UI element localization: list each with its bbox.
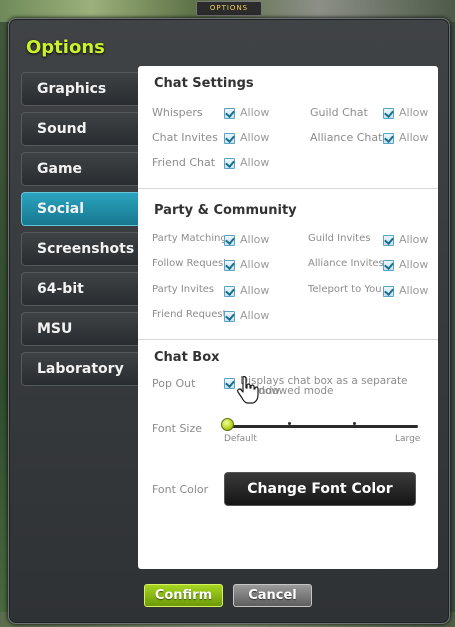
- party-invites-allow: Allow: [240, 284, 270, 297]
- guild-chat-checkbox[interactable]: [383, 108, 394, 119]
- guild-invites-label: Guild Invites: [308, 233, 371, 244]
- guild-invites-checkbox[interactable]: [383, 235, 394, 246]
- friend-requests-checkbox[interactable]: [224, 311, 235, 322]
- party-matching-checkbox[interactable]: [224, 235, 235, 246]
- social-settings-panel: Chat Settings Whispers Allow Guild Chat …: [138, 66, 438, 569]
- font-size-max-label: Large: [395, 434, 421, 444]
- chat-invites-checkbox[interactable]: [224, 133, 235, 144]
- tab-label: Screenshots: [37, 241, 135, 257]
- tab-label: Laboratory: [37, 361, 124, 377]
- pop-out-label: Pop Out: [152, 377, 196, 390]
- teleport-to-you-allow: Allow: [399, 284, 429, 297]
- teleport-to-you-checkbox[interactable]: [383, 286, 394, 297]
- alliance-chat-checkbox[interactable]: [383, 133, 394, 144]
- font-color-label: Font Color: [152, 483, 209, 496]
- chat-invites-label: Chat Invites: [152, 131, 218, 144]
- tab-64-bit[interactable]: 64-bit: [21, 272, 149, 306]
- tab-label: Sound: [37, 121, 87, 137]
- options-overlay-tag: OPTIONS: [196, 1, 262, 16]
- party-matching-label: Party Matching: [152, 233, 227, 244]
- window-title: Options: [26, 37, 105, 58]
- alliance-invites-checkbox[interactable]: [383, 260, 394, 271]
- font-size-min-label: Default: [224, 434, 257, 444]
- font-size-slider-track[interactable]: [226, 425, 418, 428]
- party-matching-allow: Allow: [240, 233, 270, 246]
- chat-settings-title: Chat Settings: [154, 76, 254, 91]
- follow-requests-allow: Allow: [240, 258, 270, 271]
- pop-out-checkbox[interactable]: [224, 378, 235, 389]
- font-size-label: Font Size: [152, 422, 203, 435]
- tab-label: 64-bit: [37, 281, 84, 297]
- section-divider: [138, 339, 438, 340]
- tab-social[interactable]: Social: [21, 192, 149, 226]
- follow-requests-checkbox[interactable]: [224, 260, 235, 271]
- guild-chat-allow: Allow: [399, 106, 429, 119]
- tab-screenshots[interactable]: Screenshots: [21, 232, 149, 266]
- guild-invites-allow: Allow: [399, 233, 429, 246]
- tab-label: Social: [37, 201, 85, 217]
- friend-requests-allow: Allow: [240, 309, 270, 322]
- alliance-chat-allow: Allow: [399, 131, 429, 144]
- alliance-invites-allow: Allow: [399, 258, 429, 271]
- tab-game[interactable]: Game: [21, 152, 149, 186]
- chat-box-title: Chat Box: [154, 350, 220, 365]
- guild-chat-label: Guild Chat: [310, 106, 368, 119]
- party-invites-label: Party Invites: [152, 284, 215, 295]
- friend-requests-label: Friend Requests: [152, 309, 232, 320]
- tab-label: Game: [37, 161, 83, 177]
- slider-tick: [353, 422, 356, 425]
- slider-tick: [288, 422, 291, 425]
- alliance-invites-label: Alliance Invites: [308, 258, 384, 269]
- party-invites-checkbox[interactable]: [224, 286, 235, 297]
- confirm-button[interactable]: Confirm: [144, 584, 223, 607]
- change-font-color-button[interactable]: Change Font Color: [224, 472, 416, 506]
- whispers-allow: Allow: [240, 106, 270, 119]
- teleport-to-you-label: Teleport to You: [308, 284, 382, 295]
- whispers-label: Whispers: [152, 106, 203, 119]
- font-size-slider-knob[interactable]: [221, 418, 234, 431]
- hand-cursor-icon: [237, 376, 259, 404]
- party-community-title: Party & Community: [154, 203, 297, 218]
- friend-chat-checkbox[interactable]: [224, 158, 235, 169]
- tab-sound[interactable]: Sound: [21, 112, 149, 146]
- chat-invites-allow: Allow: [240, 131, 270, 144]
- tab-msu[interactable]: MSU: [21, 312, 149, 346]
- tab-label: MSU: [37, 321, 73, 337]
- cancel-button[interactable]: Cancel: [233, 584, 312, 607]
- section-divider: [138, 188, 438, 189]
- friend-chat-label: Friend Chat: [152, 156, 216, 169]
- alliance-chat-label: Alliance Chat: [310, 131, 383, 144]
- whispers-checkbox[interactable]: [224, 108, 235, 119]
- pop-out-description-line2: indowed mode: [256, 385, 334, 397]
- tab-label: Graphics: [37, 81, 107, 97]
- tab-laboratory[interactable]: Laboratory: [21, 352, 149, 386]
- friend-chat-allow: Allow: [240, 156, 270, 169]
- tab-graphics[interactable]: Graphics: [21, 72, 149, 106]
- follow-requests-label: Follow Requests: [152, 258, 233, 269]
